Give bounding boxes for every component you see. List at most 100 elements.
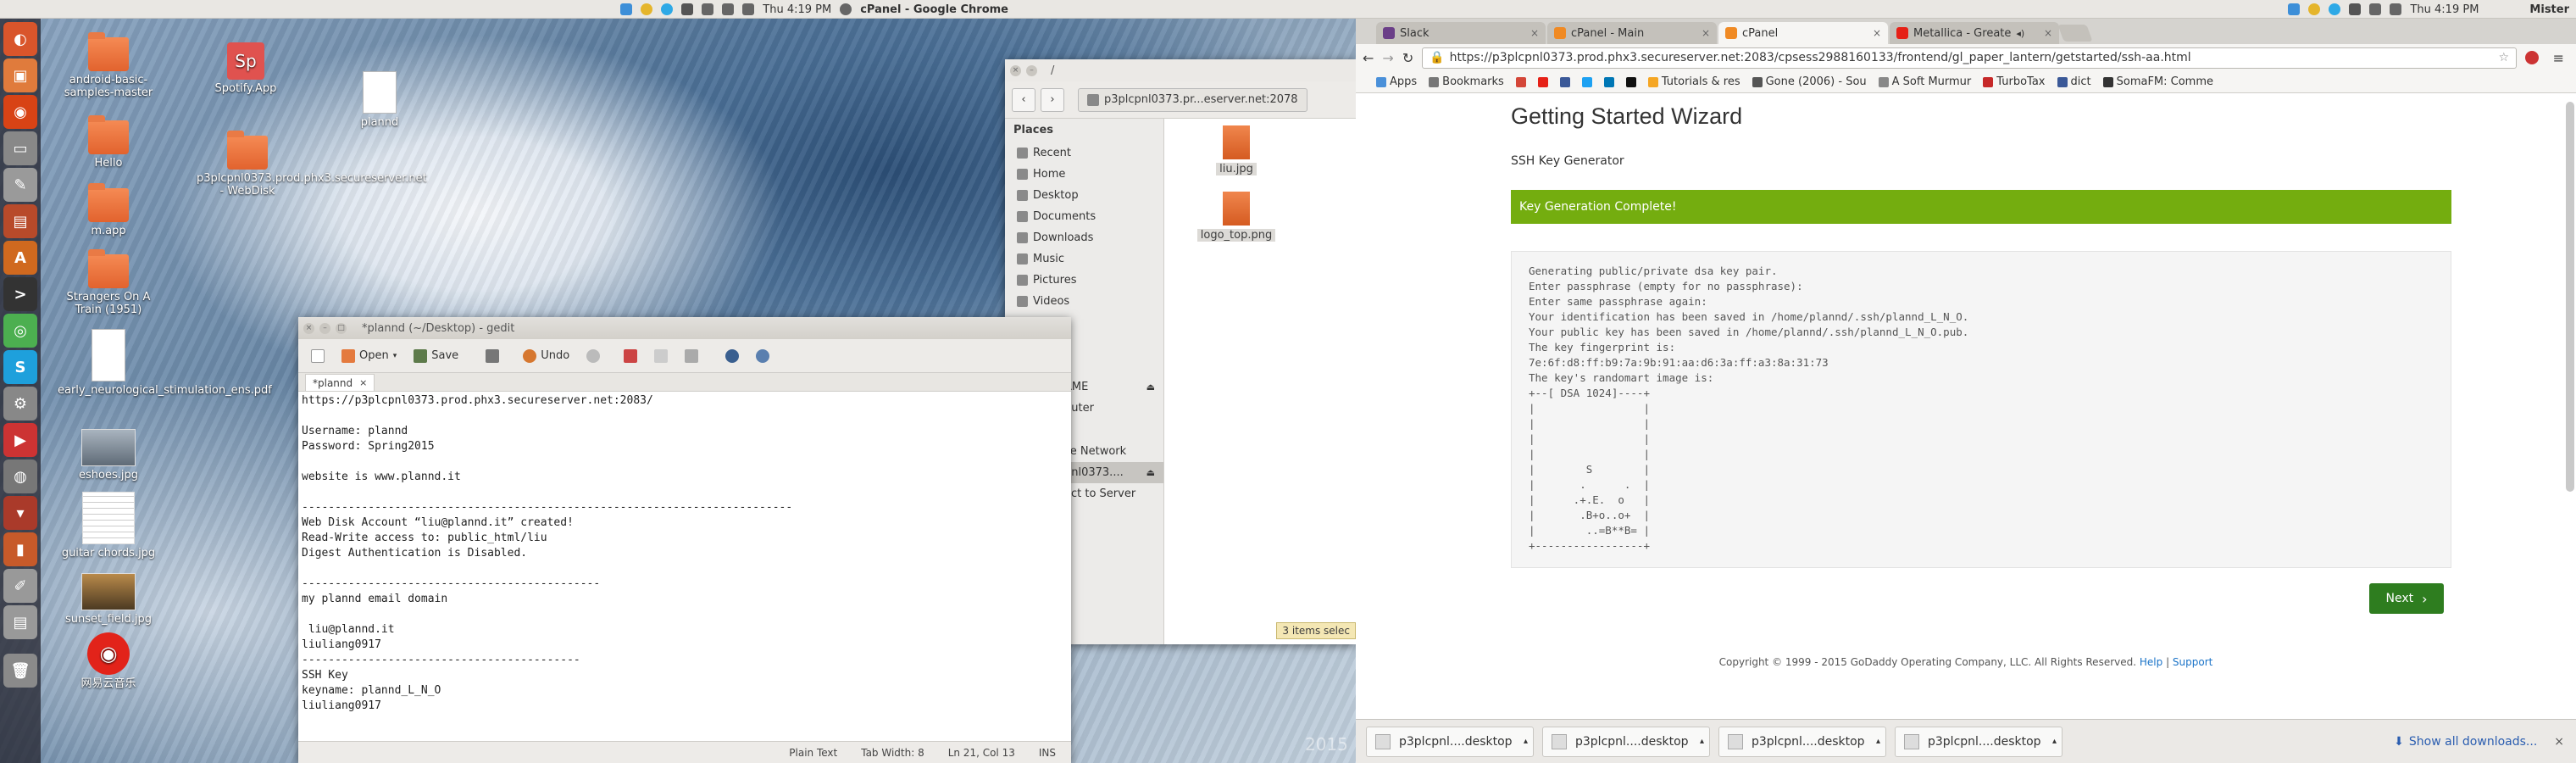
bluetooth-icon[interactable] [702,3,714,15]
next-button[interactable]: Next › [2369,583,2444,614]
undo-button[interactable]: Undo [517,346,575,366]
places-documents[interactable]: Documents [1005,206,1163,227]
tab-cpanel-main[interactable]: cPanel - Main × [1547,22,1717,44]
close-tab-icon[interactable]: × [2044,27,2052,39]
usb-drive-icon[interactable]: ▾ [3,496,37,530]
bookmark-linkedin[interactable] [1603,76,1614,87]
download-item[interactable]: p3plcpnl....desktop ▴ [1366,726,1534,757]
bookmark-apps[interactable]: Apps [1376,75,1417,88]
reload-icon[interactable]: ↻ [1402,50,1413,66]
desktop-image-eshoes[interactable]: eshoes.jpg [58,429,159,482]
tab-width-selector[interactable]: Tab Width: 8 [861,747,924,759]
file-item-liu[interactable]: liu.jpg [1198,125,1274,175]
desktop-folder-strangers[interactable]: Strangers On A Train (1951) [58,249,159,316]
back-button[interactable]: ‹ [1012,87,1035,112]
forward-icon[interactable]: → [1382,50,1393,66]
notes-icon[interactable]: ✐ [3,569,37,603]
new-button[interactable] [305,346,330,366]
editor-textarea[interactable]: https://p3plcpnl0373.prod.phx3.secureser… [298,392,1071,716]
bookmark-twitter[interactable] [1581,76,1592,87]
search-button[interactable] [719,346,745,366]
places-videos[interactable]: Videos [1005,291,1163,312]
bookmark-somafm[interactable]: SomaFM: Comme [2102,75,2213,88]
back-icon[interactable]: ← [1363,50,1374,66]
software-center-icon[interactable]: A [3,241,37,275]
skype-icon[interactable] [2329,3,2341,15]
download-item[interactable]: p3plcpnl....desktop ▴ [1895,726,2062,757]
close-downloads-icon[interactable]: × [2554,735,2564,749]
settings-launcher-icon[interactable]: ⚙ [3,387,37,420]
chrome-icon[interactable] [641,3,653,15]
audio-playing-icon[interactable]: ◂) [2016,28,2024,39]
scrollbar[interactable] [2566,102,2574,492]
close-tab-icon[interactable]: × [1873,27,1881,39]
print-button[interactable] [480,346,505,366]
archive-icon[interactable]: ▤ [3,204,37,238]
firefox-icon[interactable]: ◉ [3,95,37,129]
chevron-up-icon[interactable]: ▴ [1524,737,1528,746]
extension-icon[interactable] [2525,51,2539,64]
eject-icon[interactable]: ⏏ [1146,467,1155,478]
text-editor-icon[interactable]: ✎ [3,168,37,202]
tab-metallica[interactable]: Metallica - Greate ◂) × [1890,22,2059,44]
desktop-app-spotify[interactable]: Sp Spotify.App [195,42,297,95]
places-desktop[interactable]: Desktop [1005,185,1163,206]
language-selector[interactable]: Plain Text [789,747,837,759]
skype-icon[interactable] [661,3,674,15]
places-pictures[interactable]: Pictures [1005,270,1163,291]
display-icon[interactable]: ▤ [3,605,37,639]
eject-icon[interactable]: ⏏ [1146,382,1155,393]
mail-icon[interactable] [2369,3,2382,15]
minimize-icon[interactable]: – [319,322,330,334]
show-all-downloads-link[interactable]: ⬇ Show all downloads... [2394,735,2537,749]
bookmark-youtube[interactable] [1537,76,1548,87]
copy-button[interactable] [648,346,674,366]
forward-button[interactable]: › [1041,87,1064,112]
desktop-file-plannd[interactable]: plannd [329,71,430,129]
user-name[interactable]: Mister [2529,3,2569,16]
bookmark-tutorials[interactable]: Tutorials & res [1647,75,1740,88]
places-home[interactable]: Home [1005,164,1163,185]
chevron-up-icon[interactable]: ▴ [1876,737,1880,746]
bookmark-gone[interactable]: Gone (2006) - Sou [1752,75,1867,88]
bookmark-dict[interactable]: dict [2057,75,2091,88]
address-bar[interactable]: 🔒 https://p3plcpnl0373.prod.phx3.secures… [1422,47,2517,69]
bookmark-dark[interactable] [1625,76,1636,87]
chevron-up-icon[interactable]: ▴ [2052,737,2057,746]
desktop-file-pdf[interactable]: early_neurological_stimulation_ens.pdf [58,329,272,397]
bookmark-soft-murmur[interactable]: A Soft Murmur [1878,75,1971,88]
clock[interactable]: Thu 4:19 PM [763,3,831,16]
close-tab-icon[interactable]: × [1530,27,1539,39]
settings-gear-icon[interactable] [840,3,852,15]
files-icon[interactable]: ▣ [3,58,37,92]
location-button[interactable]: p3plcpnl0373.pr...eserver.net:2078 [1078,87,1307,112]
cut-button[interactable] [618,346,643,366]
drive-icon[interactable]: ▭ [3,131,37,165]
chrome-icon[interactable] [2308,3,2321,15]
close-tab-icon[interactable]: × [359,377,367,388]
desktop-folder-webdisk[interactable]: p3plcpnl0373.prod.phx3.secureserver.net … [197,131,427,198]
star-icon[interactable]: ☆ [2498,51,2509,64]
bookmark-turbotax[interactable]: TurboTax [1983,75,2046,88]
camera-icon[interactable]: ◍ [3,459,37,493]
bookmark-gmail[interactable] [1515,76,1526,87]
chrome-launcher-icon[interactable]: ◎ [3,314,37,348]
mail-icon[interactable] [722,3,735,15]
places-downloads[interactable]: Downloads [1005,227,1163,248]
open-button[interactable]: Open ▾ [336,346,402,366]
desktop-app-netease[interactable]: ◉ 网易云音乐 [58,632,159,690]
new-tab-button[interactable] [2057,25,2093,42]
network-icon[interactable] [2349,3,2362,15]
support-link[interactable]: Support [2173,656,2212,668]
dash-icon[interactable]: ◐ [3,22,37,56]
chevron-up-icon[interactable]: ▴ [1700,737,1704,746]
places-recent[interactable]: Recent [1005,142,1163,164]
replace-button[interactable] [750,346,775,366]
disk-icon[interactable]: ▮ [3,532,37,566]
save-button[interactable]: Save [408,346,464,366]
close-icon[interactable]: × [1010,64,1021,76]
vlc-icon[interactable]: ▶ [3,423,37,457]
minimize-icon[interactable]: – [1026,64,1037,76]
bookmark-facebook[interactable] [1559,76,1570,87]
desktop-image-sunset[interactable]: sunset_field.jpg [58,573,159,626]
